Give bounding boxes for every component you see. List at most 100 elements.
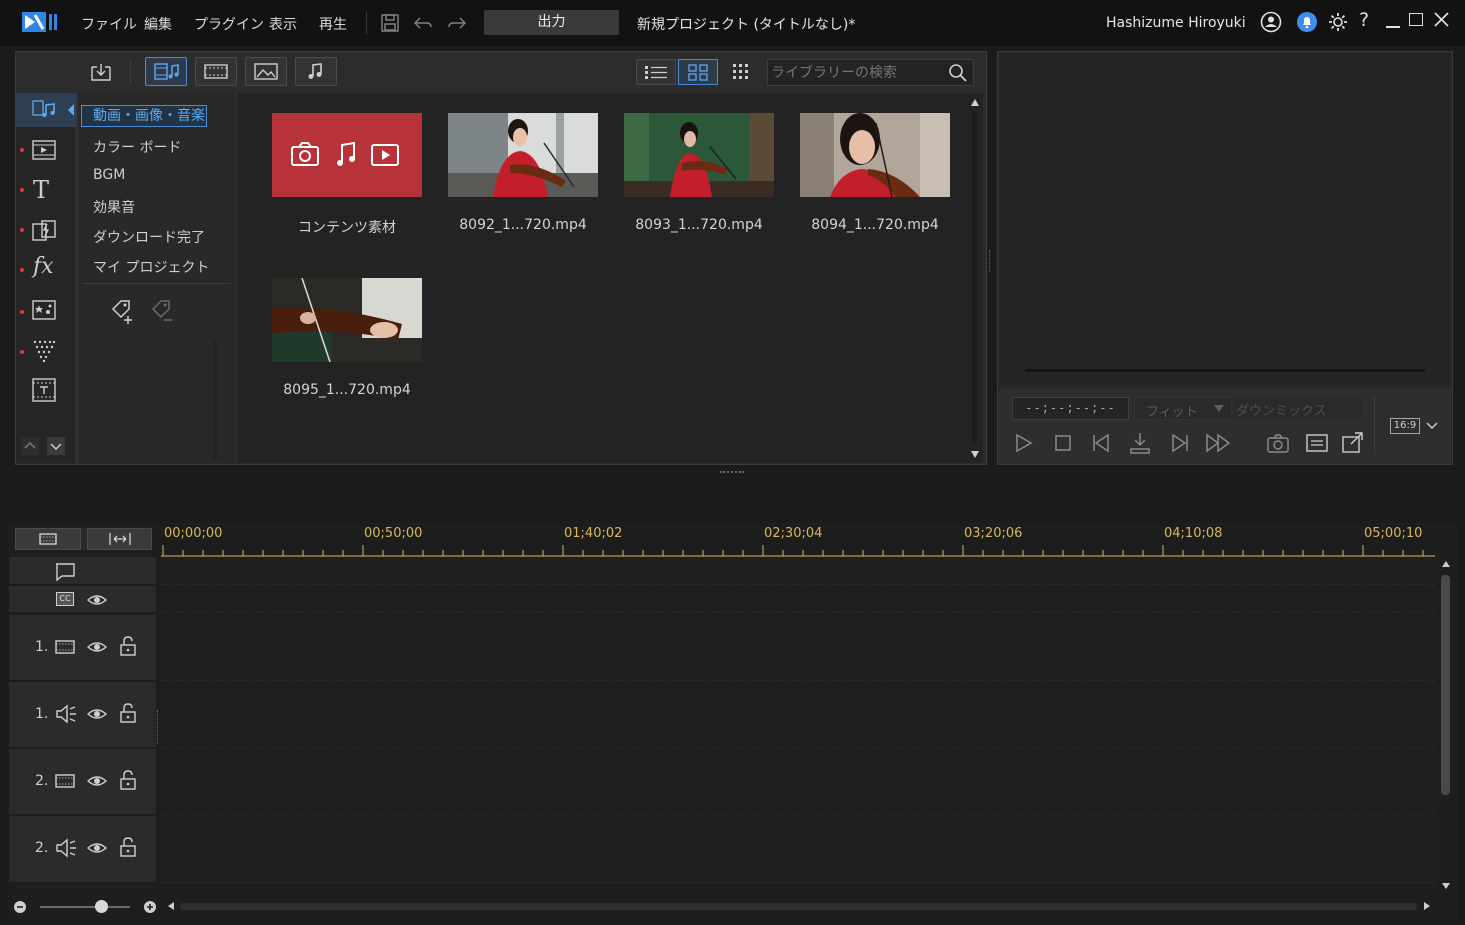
- zoom-slider-thumb[interactable]: [95, 900, 108, 913]
- video-track-2[interactable]: [161, 749, 1435, 815]
- category-downloads[interactable]: ダウンロード完了: [93, 227, 205, 247]
- timeline-scroll-right-icon[interactable]: [1422, 901, 1432, 911]
- timeline-horizontal-scrollbar[interactable]: [180, 903, 1417, 910]
- track-manager-button[interactable]: [15, 528, 81, 550]
- help-icon[interactable]: ?: [1359, 9, 1369, 31]
- account-icon[interactable]: [1260, 11, 1282, 33]
- category-my-projects[interactable]: マイ プロジェクト: [93, 257, 209, 277]
- video-thumbnail-8095[interactable]: [272, 278, 422, 362]
- unlock-icon[interactable]: [119, 636, 137, 656]
- preview-quality-dropdown[interactable]: ダウンミックス: [1234, 397, 1362, 420]
- list-view-button[interactable]: [636, 59, 676, 85]
- previous-frame-icon[interactable]: [1091, 432, 1113, 454]
- menu-plugin[interactable]: プラグイン: [194, 14, 264, 34]
- save-icon[interactable]: [380, 13, 400, 33]
- scroll-down-button[interactable]: [47, 437, 65, 455]
- menu-playback[interactable]: 再生: [319, 14, 347, 34]
- tab-pip-room[interactable]: [31, 298, 57, 322]
- timecode-display[interactable]: --;--;--;--: [1012, 397, 1129, 420]
- preview-seek-bar[interactable]: [1025, 369, 1425, 372]
- snapshot-camera-icon[interactable]: [1266, 432, 1290, 454]
- user-name[interactable]: Hashizume Hiroyuki: [1106, 15, 1246, 31]
- library-search-input[interactable]: [771, 63, 941, 82]
- undo-icon[interactable]: [413, 14, 433, 32]
- zoom-in-icon[interactable]: [143, 900, 157, 914]
- stop-icon[interactable]: [1053, 433, 1073, 453]
- category-media[interactable]: 動画・画像・音楽: [81, 105, 207, 127]
- category-color-board[interactable]: カラー ボード: [93, 137, 181, 157]
- video-thumbnail-8092[interactable]: [448, 113, 598, 197]
- tab-title-room[interactable]: T: [33, 176, 49, 204]
- subtitle-track[interactable]: [161, 586, 1435, 613]
- unlock-icon[interactable]: [119, 703, 137, 723]
- fit-timeline-button[interactable]: [87, 528, 152, 550]
- eye-visibility-icon[interactable]: [87, 772, 107, 790]
- tab-transition-room[interactable]: [31, 218, 57, 244]
- chapter-track[interactable]: [161, 557, 1435, 585]
- category-sound-effects[interactable]: 効果音: [93, 197, 135, 217]
- search-icon[interactable]: [948, 63, 968, 83]
- redo-icon[interactable]: [447, 14, 467, 32]
- tab-subtitle-room[interactable]: [31, 377, 57, 403]
- video-thumbnail-8093[interactable]: [624, 113, 774, 197]
- filter-image-button[interactable]: [245, 57, 287, 86]
- unlock-icon[interactable]: [119, 770, 137, 790]
- panel-resize-handle[interactable]: [720, 471, 744, 474]
- video-thumbnail-8094[interactable]: [800, 113, 950, 197]
- timeline-vertical-scroll-thumb[interactable]: [1441, 575, 1450, 795]
- menu-view[interactable]: 表示: [269, 14, 297, 34]
- thumbnail-size-icon[interactable]: [730, 61, 752, 83]
- media-scroll-down-icon[interactable]: [970, 449, 980, 461]
- library-search-box[interactable]: [767, 59, 974, 86]
- menu-edit[interactable]: 編集: [144, 14, 172, 34]
- category-bgm[interactable]: BGM: [93, 167, 125, 183]
- next-frame-icon[interactable]: [1168, 432, 1190, 454]
- split-clip-icon[interactable]: [1128, 431, 1152, 455]
- track-header-resize-handle[interactable]: [157, 710, 160, 744]
- settings-gear-icon[interactable]: [1327, 11, 1349, 33]
- grid-view-button[interactable]: [678, 59, 718, 85]
- filter-media-button[interactable]: [145, 57, 187, 86]
- chevron-down-icon[interactable]: [1426, 421, 1438, 431]
- eye-visibility-icon[interactable]: [87, 591, 107, 609]
- filter-audio-button[interactable]: [295, 57, 337, 86]
- eye-visibility-icon[interactable]: [87, 638, 107, 656]
- play-icon[interactable]: [1013, 432, 1035, 454]
- media-scroll-up-icon[interactable]: [970, 96, 980, 108]
- output-button[interactable]: 出力: [484, 10, 619, 35]
- video-track-1[interactable]: [161, 615, 1435, 681]
- zoom-out-icon[interactable]: [13, 900, 27, 914]
- close-icon[interactable]: [1434, 12, 1449, 27]
- content-pack-thumbnail[interactable]: [272, 113, 422, 197]
- subtitle-toggle-icon[interactable]: [1305, 432, 1329, 454]
- tab-fx-room[interactable]: [31, 138, 57, 162]
- audio-track-2[interactable]: [161, 816, 1435, 883]
- audio-track-1[interactable]: [161, 682, 1435, 748]
- timeline-scroll-left-icon[interactable]: [166, 901, 176, 911]
- unlock-icon[interactable]: [119, 837, 137, 857]
- import-media-icon[interactable]: [89, 61, 115, 83]
- fit-dropdown[interactable]: フィット: [1134, 397, 1232, 420]
- chapter-marker-icon[interactable]: [54, 562, 76, 582]
- aspect-ratio-button[interactable]: 16:9: [1390, 418, 1420, 434]
- eye-visibility-icon[interactable]: [87, 839, 107, 857]
- timeline-scroll-down-icon[interactable]: [1441, 881, 1451, 891]
- filter-video-button[interactable]: [195, 57, 237, 86]
- undock-preview-icon[interactable]: [1341, 431, 1365, 455]
- tab-media-room[interactable]: [16, 93, 77, 127]
- maximize-icon[interactable]: [1409, 13, 1423, 26]
- timeline-scroll-up-icon[interactable]: [1441, 559, 1451, 569]
- add-tag-icon[interactable]: [109, 297, 137, 325]
- tab-effect-room[interactable]: fx: [33, 254, 54, 279]
- tab-particle-room[interactable]: [31, 338, 57, 364]
- media-scrollbar[interactable]: [972, 112, 977, 444]
- scroll-up-button[interactable]: [21, 437, 39, 455]
- category-scrollbar[interactable]: [213, 341, 218, 459]
- zoom-slider-track[interactable]: [40, 906, 130, 908]
- panel-resize-handle[interactable]: [989, 250, 992, 272]
- menu-file[interactable]: ファイル: [81, 14, 137, 34]
- fast-forward-icon[interactable]: [1205, 432, 1233, 454]
- eye-visibility-icon[interactable]: [87, 705, 107, 723]
- notification-icon[interactable]: [1296, 11, 1318, 33]
- minimize-icon[interactable]: [1386, 26, 1400, 28]
